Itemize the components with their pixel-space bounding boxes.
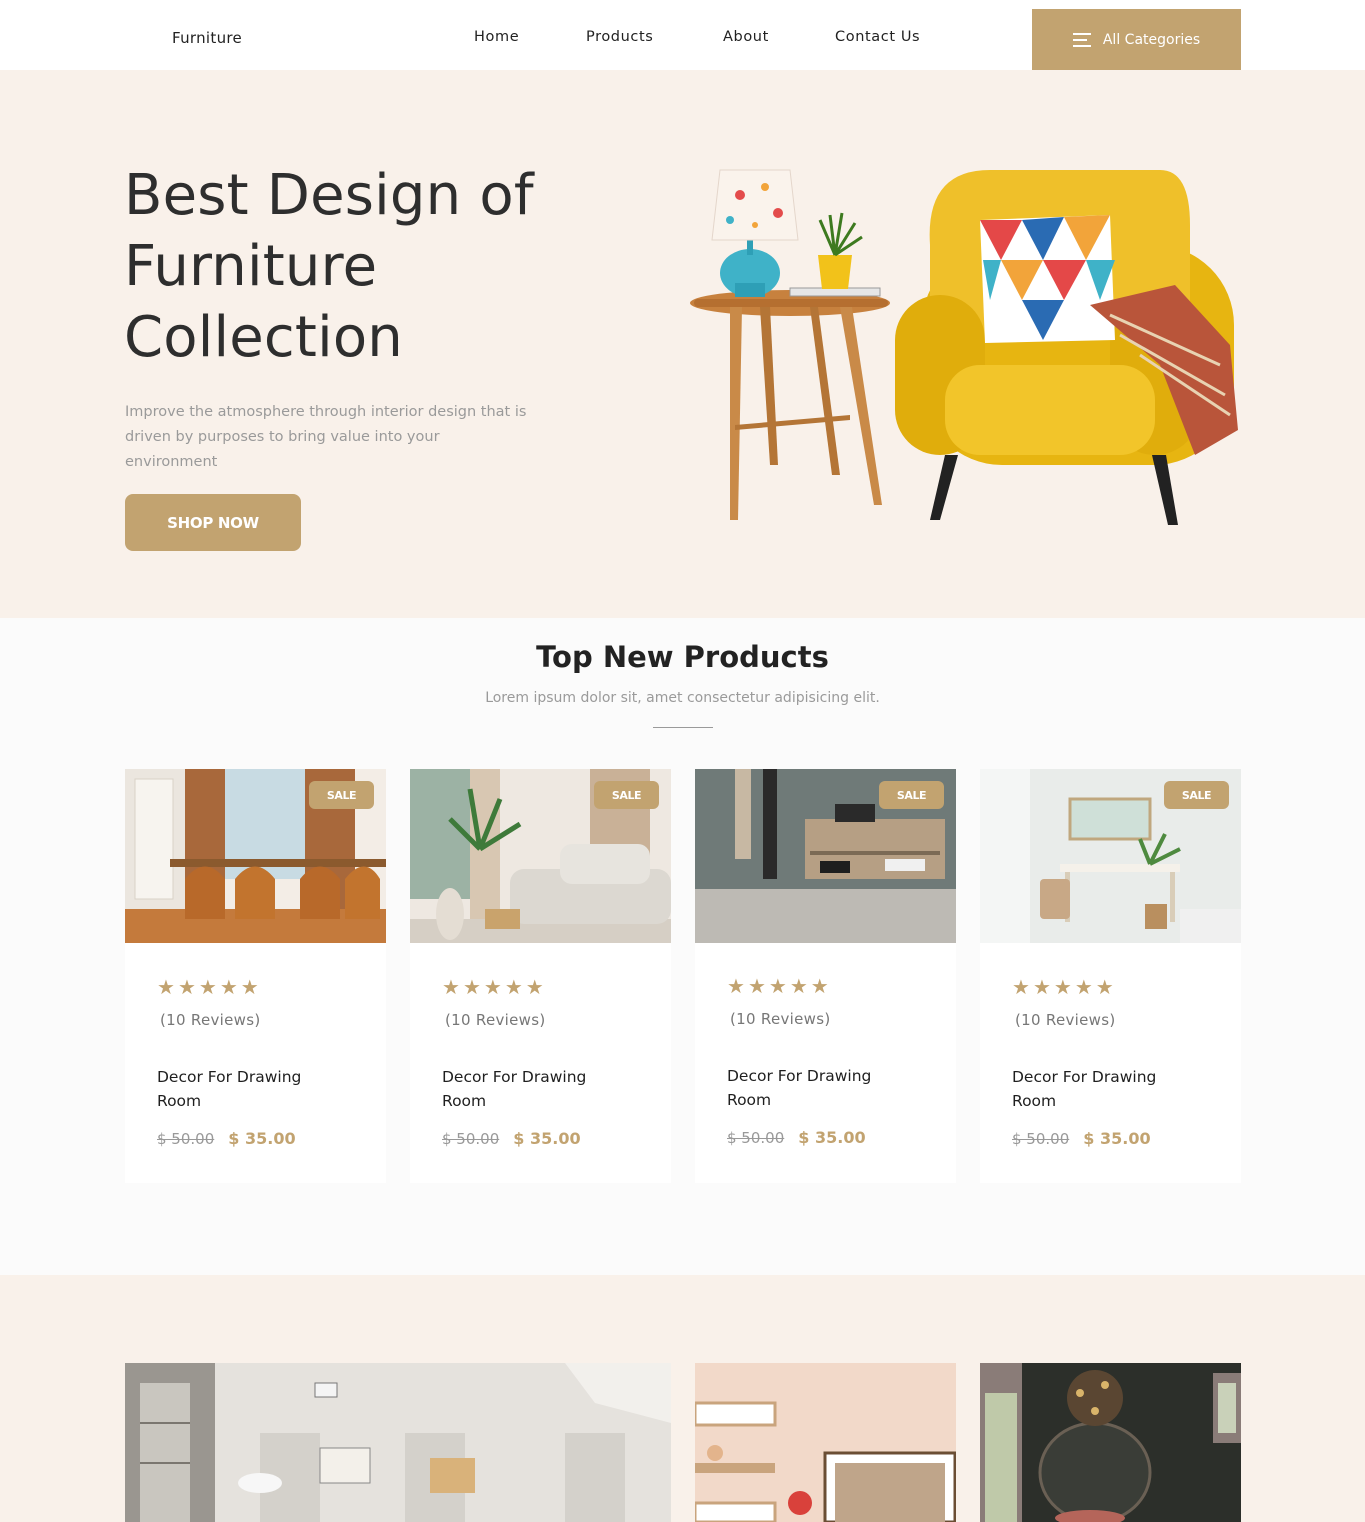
star-icon: ★: [810, 974, 829, 998]
old-price: $ 50.00: [727, 1129, 785, 1147]
star-icon: ★: [504, 975, 523, 999]
product-image-dining-room[interactable]: SALE: [125, 769, 386, 943]
old-price: $ 50.00: [157, 1130, 215, 1148]
star-icon: ★: [483, 975, 502, 999]
product-name[interactable]: Decor For Drawing Room: [442, 1065, 617, 1113]
rating-stars: ★ ★ ★ ★ ★: [1012, 977, 1114, 997]
price-group: $ 50.00 $ 35.00: [1012, 1129, 1151, 1148]
star-icon: ★: [157, 975, 175, 999]
sale-badge: SALE: [1164, 781, 1229, 809]
rating-stars: ★ ★ ★ ★ ★: [157, 977, 259, 997]
product-image-bathroom[interactable]: SALE: [695, 769, 956, 943]
hero-description: Improve the atmosphere through interior …: [125, 404, 527, 470]
star-icon: ★: [1095, 975, 1114, 999]
star-icon: ★: [747, 974, 766, 998]
gallery-image-shelf-decor[interactable]: [695, 1363, 956, 1522]
star-icon: ★: [1074, 975, 1093, 999]
nav-about[interactable]: About: [723, 29, 769, 45]
star-icon: ★: [219, 975, 238, 999]
review-count: (10 Reviews): [445, 1011, 546, 1029]
star-icon: ★: [462, 975, 481, 999]
nav-home[interactable]: Home: [474, 29, 519, 45]
sale-price: $ 35.00: [513, 1129, 581, 1148]
price-group: $ 50.00 $ 35.00: [442, 1129, 581, 1148]
top-new-products-section: Top New Products Lorem ipsum dolor sit, …: [0, 618, 1365, 1275]
star-icon: ★: [1053, 975, 1072, 999]
product-card[interactable]: SALE ★ ★ ★ ★ ★ (10 Reviews) Decor For Drawin…: [980, 769, 1241, 1183]
gallery-image-bright-living-room[interactable]: [125, 1363, 671, 1522]
sale-price: $ 35.00: [798, 1128, 866, 1147]
product-name[interactable]: Decor For Drawing Room: [727, 1064, 902, 1112]
review-count: (10 Reviews): [730, 1010, 831, 1028]
product-card[interactable]: SALE ★ ★ ★ ★ ★ (10 Reviews) Decor For Drawin…: [410, 769, 671, 1183]
all-categories-button[interactable]: All Categories: [1032, 9, 1241, 70]
side-table-illustration: [690, 169, 890, 520]
section-divider: [653, 727, 713, 728]
star-icon: ★: [1032, 975, 1051, 999]
star-icon: ★: [1012, 975, 1030, 999]
star-icon: ★: [177, 975, 196, 999]
sale-badge: SALE: [594, 781, 659, 809]
shop-now-button[interactable]: SHOP NOW: [125, 494, 301, 551]
product-name[interactable]: Decor For Drawing Room: [157, 1065, 332, 1113]
nav-contact[interactable]: Contact Us: [835, 29, 920, 45]
price-group: $ 50.00 $ 35.00: [727, 1128, 866, 1147]
star-icon: ★: [768, 974, 787, 998]
rating-stars: ★ ★ ★ ★ ★: [442, 977, 544, 997]
sale-price: $ 35.00: [1083, 1129, 1151, 1148]
star-icon: ★: [198, 975, 217, 999]
product-card[interactable]: SALE ★ ★ ★ ★ ★ (10 Reviews) Decor For Drawin…: [125, 769, 386, 1183]
star-icon: ★: [727, 974, 745, 998]
gallery-image-dark-entryway[interactable]: [980, 1363, 1241, 1522]
hero-title-line: Collection: [124, 305, 403, 370]
product-image-living-room[interactable]: SALE: [410, 769, 671, 943]
section-subtitle: Lorem ipsum dolor sit, amet consectetur …: [485, 690, 880, 706]
star-icon: ★: [240, 975, 259, 999]
rating-stars: ★ ★ ★ ★ ★: [727, 976, 829, 996]
hero-title-line: Furniture: [124, 234, 378, 299]
review-count: (10 Reviews): [1015, 1011, 1116, 1029]
sale-badge: SALE: [879, 781, 944, 809]
review-count: (10 Reviews): [160, 1011, 261, 1029]
hero-section: Best Design of Furniture Collection Impr…: [0, 70, 1365, 618]
armchair-side-table-image: [690, 169, 1238, 525]
all-categories-label: All Categories: [1102, 31, 1201, 48]
product-name[interactable]: Decor For Drawing Room: [1012, 1065, 1187, 1113]
nav-products[interactable]: Products: [586, 29, 653, 45]
star-icon: ★: [525, 975, 544, 999]
armchair-illustration: [895, 170, 1238, 525]
gallery-section: [0, 1275, 1365, 1522]
product-card[interactable]: SALE ★ ★ ★ ★ ★ (10 Reviews) Decor For Drawin…: [695, 769, 956, 1183]
product-image-study-corner[interactable]: SALE: [980, 769, 1241, 943]
hero-title: Best Design of Furniture Collection: [124, 160, 604, 373]
menu-icon: [1072, 32, 1091, 47]
section-title: Top New Products: [536, 640, 829, 674]
sale-badge: SALE: [309, 781, 374, 809]
sale-price: $ 35.00: [228, 1129, 296, 1148]
star-icon: ★: [789, 974, 808, 998]
price-group: $ 50.00 $ 35.00: [157, 1129, 296, 1148]
site-header: Furniture Home Products About Contact Us…: [0, 0, 1365, 70]
hero-title-line: Best Design of: [124, 163, 534, 228]
old-price: $ 50.00: [1012, 1130, 1070, 1148]
old-price: $ 50.00: [442, 1130, 500, 1148]
star-icon: ★: [442, 975, 460, 999]
